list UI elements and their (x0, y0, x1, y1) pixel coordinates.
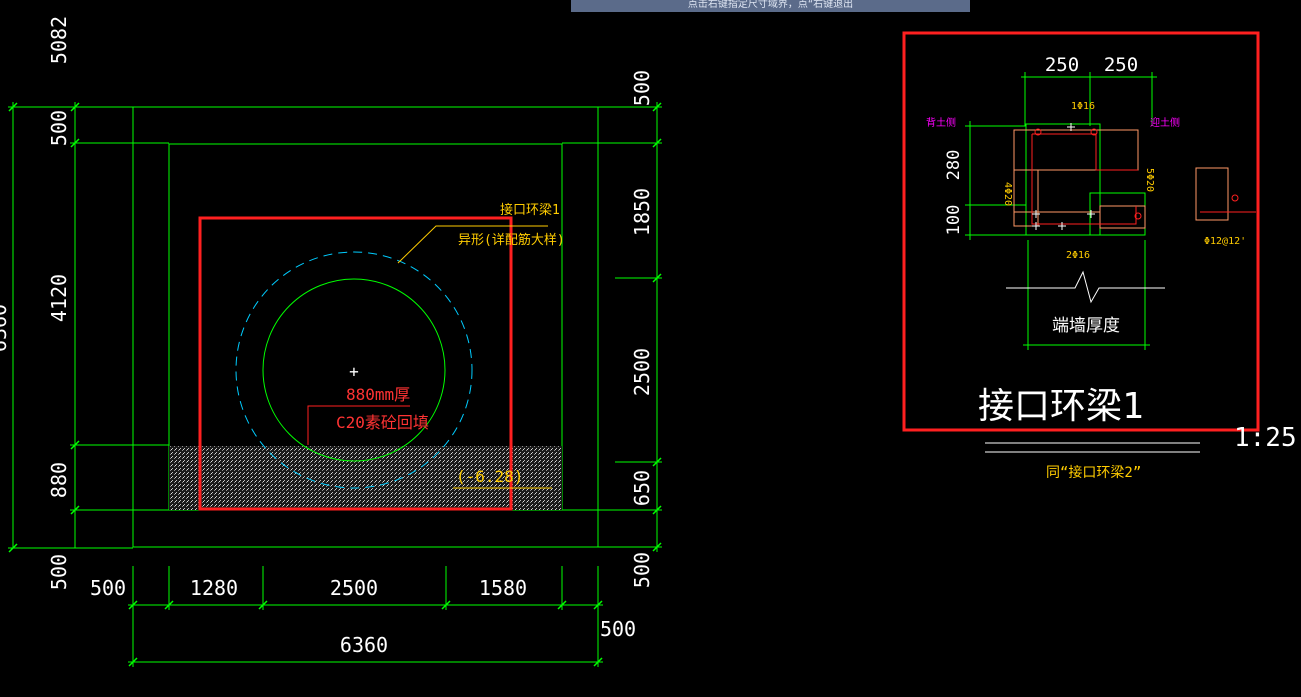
dim-left-5082: 5082 (47, 16, 71, 64)
dim-right-2500: 2500 (630, 348, 654, 396)
dim-right-650: 650 (630, 470, 654, 506)
dim-bottom-2500: 2500 (330, 576, 378, 600)
title-underline (985, 442, 1200, 453)
dim-bottom-500: 500 (90, 576, 126, 600)
detail-dim-left-280: 280 (944, 150, 964, 181)
rebar-right-label: 5Φ20 (1144, 168, 1155, 192)
detail-dimensions (965, 72, 1157, 350)
detail-note: 同“接口环梁2” (1046, 464, 1141, 481)
wall-thickness-label: 端墙厚度 (1052, 316, 1120, 336)
dim-right-500-corner: 500 (600, 617, 636, 641)
level-mark: (-6.28) (456, 467, 523, 486)
center-mark: + (349, 362, 359, 381)
rebar-stirrup-label: Φ12@12' (1204, 236, 1246, 247)
label-back-soil-side: 背土侧 (926, 116, 956, 129)
dim-bottom-1280: 1280 (190, 576, 238, 600)
dim-left-880: 880 (47, 462, 71, 498)
rebar-left-label: 4Φ20 (1002, 182, 1013, 206)
break-line (1006, 270, 1165, 304)
detail-dim-top-right: 250 (1104, 54, 1138, 76)
dim-left-500-bottom: 500 (47, 554, 71, 590)
dim-bottom-1580: 1580 (479, 576, 527, 600)
rebar-bottom-label: 2Φ16 (1066, 250, 1090, 261)
callout-subtitle: 异形(详配筋大样) (458, 232, 565, 248)
backfill-note-material: C20素砼回填 (336, 413, 429, 432)
dim-left-6360: 6360 (0, 304, 11, 352)
dim-right-500-bottom: 500 (630, 552, 654, 588)
dim-left-500-top: 500 (47, 110, 71, 146)
dim-left-4120: 4120 (47, 274, 71, 322)
label-front-soil-side: 迎土侧 (1150, 116, 1180, 129)
detail-title: 接口环梁1 (978, 386, 1144, 427)
rebar-top-label: 1Φ16 (1071, 101, 1095, 112)
rebar-lines (1013, 129, 1229, 229)
detail-dim-top-left: 250 (1045, 54, 1079, 76)
callout-title: 接口环梁1 (500, 202, 560, 218)
rebar-points (1032, 123, 1095, 230)
detail-dim-left-100: 100 (944, 205, 964, 236)
detail-scale: 1:25 (1234, 423, 1297, 453)
dim-bottom-6360: 6360 (340, 633, 388, 657)
dim-right-1850: 1850 (630, 188, 654, 236)
stirrup-lines (1031, 128, 1256, 225)
cad-canvas[interactable]: + 5082 500 4120 880 500 6360 500 1850 25… (0, 0, 1301, 697)
backfill-note-thickness: 880mm厚 (346, 385, 410, 404)
dim-right-500-top: 500 (630, 70, 654, 106)
